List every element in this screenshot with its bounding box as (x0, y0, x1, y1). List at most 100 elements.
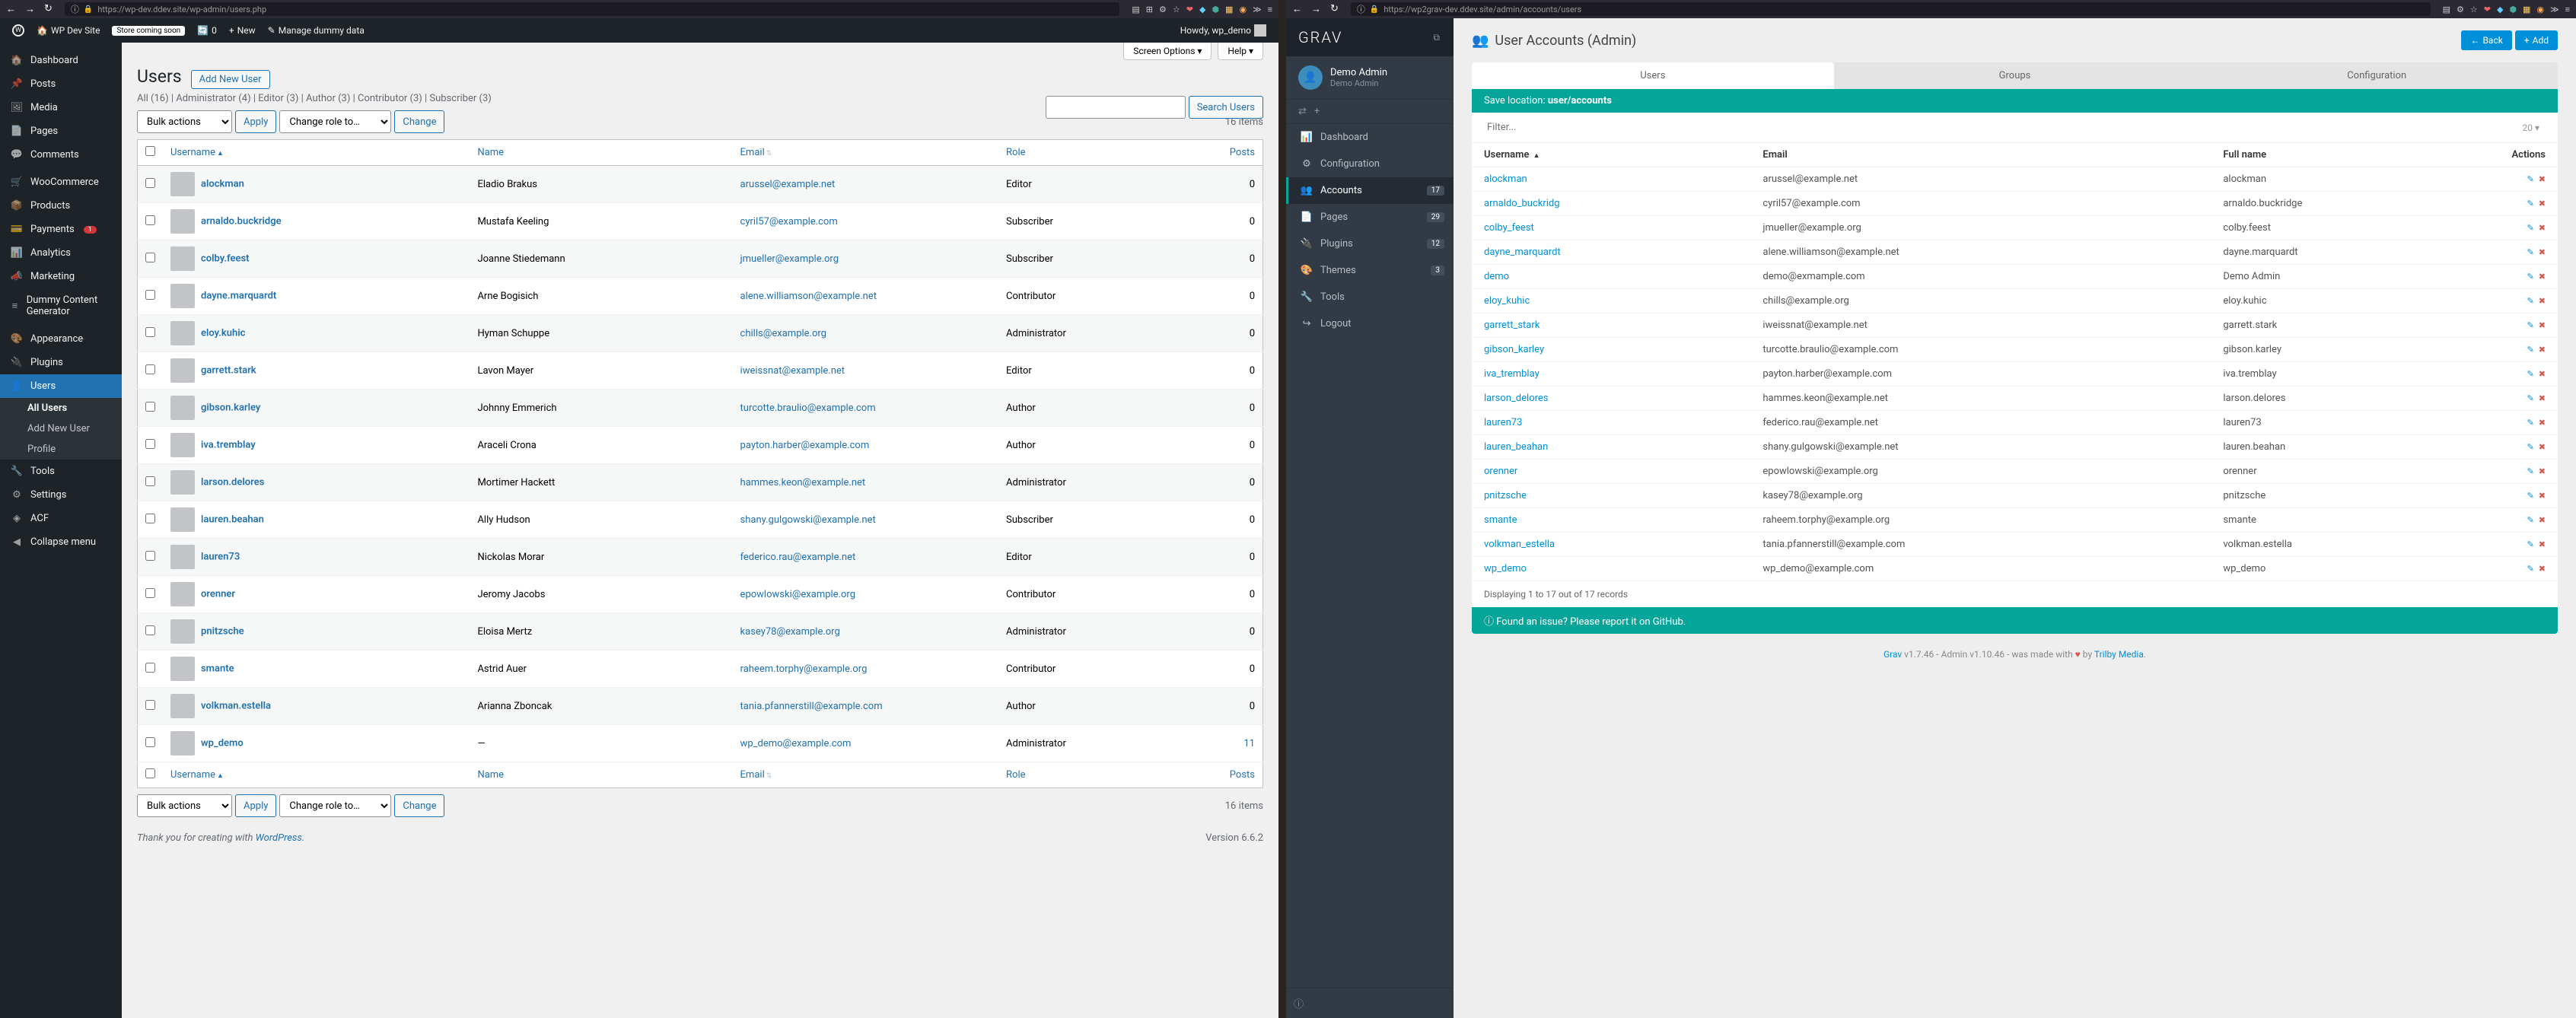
edit-icon[interactable]: ✎ (2527, 418, 2534, 428)
email-link[interactable]: epowlowski@example.org (740, 589, 855, 600)
username-link[interactable]: dayne.marquardt (201, 290, 276, 301)
grav-username-link[interactable]: larson_delores (1484, 393, 1549, 404)
edit-icon[interactable]: ✎ (2527, 564, 2534, 574)
grav-menu-pages[interactable]: 📄Pages29 (1286, 204, 1454, 231)
grav-username-link[interactable]: volkman_estella (1484, 539, 1555, 550)
grav-username-link[interactable]: wp_demo (1484, 563, 1527, 574)
ext-icon[interactable]: ≫ (2550, 5, 2559, 14)
posts-link[interactable]: 11 (1243, 738, 1255, 749)
sidebar-item-tools[interactable]: 🔧Tools (0, 460, 122, 483)
col-posts-bottom[interactable]: Posts (1153, 762, 1263, 788)
grav-username-link[interactable]: pnitzsche (1484, 490, 1527, 501)
row-checkbox[interactable] (145, 178, 155, 188)
ext-icon[interactable]: ❤ (1186, 5, 1193, 14)
url-bar-left[interactable]: ⓘ 🔒 https://wp-dev.ddev.site/wp-admin/us… (65, 2, 1119, 16)
email-link[interactable]: arussel@example.net (740, 179, 836, 190)
edit-icon[interactable]: ✎ (2527, 466, 2534, 476)
email-link[interactable]: shany.gulgowski@example.net (740, 514, 876, 526)
delete-icon[interactable]: ✖ (2539, 564, 2546, 574)
ext-icon[interactable]: ⬢ (2509, 5, 2517, 14)
apply-button[interactable]: Apply (235, 110, 276, 133)
row-checkbox[interactable] (145, 253, 155, 262)
row-checkbox[interactable] (145, 514, 155, 523)
sidebar-item-marketing[interactable]: 📣Marketing (0, 265, 122, 288)
col-posts[interactable]: Posts (1153, 140, 1263, 166)
ext-icon[interactable]: ◆ (2497, 5, 2503, 14)
plus-icon[interactable]: + (1314, 106, 1320, 117)
bookmark-icon[interactable]: ☆ (1173, 5, 1180, 14)
username-link[interactable]: volkman.estella (201, 700, 271, 711)
edit-icon[interactable]: ✎ (2527, 442, 2534, 452)
username-link[interactable]: larson.delores (201, 476, 264, 488)
settings-icon[interactable]: ⚙ (1159, 5, 1167, 14)
sidebar-item-payments[interactable]: 💳Payments1 (0, 218, 122, 241)
col-email-bottom[interactable]: Email⇅ (733, 762, 998, 788)
username-link[interactable]: garrett.stark (201, 364, 256, 376)
edit-icon[interactable]: ✎ (2527, 199, 2534, 208)
bookmark-icon[interactable]: ☆ (2470, 5, 2478, 14)
sidebar-item-woocommerce[interactable]: 🛒WooCommerce (0, 170, 122, 194)
row-checkbox[interactable] (145, 290, 155, 300)
tab-users[interactable]: Users (1472, 62, 1834, 89)
grav-menu-themes[interactable]: 🎨Themes3 (1286, 257, 1454, 284)
sidebar-item-comments[interactable]: 💬Comments (0, 143, 122, 167)
email-link[interactable]: tania.pfannerstill@example.com (740, 701, 883, 712)
edit-icon[interactable]: ✎ (2527, 491, 2534, 501)
ext-icon[interactable]: ▦ (2523, 5, 2530, 14)
hamburger-icon[interactable]: ≡ (2565, 5, 2570, 14)
delete-icon[interactable]: ✖ (2539, 247, 2546, 257)
delete-icon[interactable]: ✖ (2539, 320, 2546, 330)
edit-icon[interactable]: ✎ (2527, 393, 2534, 403)
grav-user-panel[interactable]: 👤 Demo Admin Demo Admin (1286, 56, 1454, 100)
col-name-bottom[interactable]: Name (470, 762, 732, 788)
email-link[interactable]: cyril57@example.com (740, 216, 838, 227)
grav-username-link[interactable]: alockman (1484, 173, 1527, 185)
gcol-fullname[interactable]: Full name (2211, 143, 2497, 167)
sidebar-item-collapse[interactable]: ◀Collapse menu (0, 530, 122, 554)
delete-icon[interactable]: ✖ (2539, 539, 2546, 549)
grav-username-link[interactable]: lauren_beahan (1484, 441, 1548, 453)
email-link[interactable]: chills@example.org (740, 328, 826, 339)
edit-icon[interactable]: ✎ (2527, 369, 2534, 379)
sidebar-item-dashboard[interactable]: 🏠Dashboard (0, 49, 122, 72)
edit-icon[interactable]: ✎ (2527, 515, 2534, 525)
delete-icon[interactable]: ✖ (2539, 199, 2546, 208)
row-checkbox[interactable] (145, 476, 155, 486)
grav-username-link[interactable]: garrett_stark (1484, 320, 1540, 331)
row-checkbox[interactable] (145, 625, 155, 635)
ext-icon[interactable]: ▦ (1225, 5, 1233, 14)
row-checkbox[interactable] (145, 588, 155, 598)
add-button[interactable]: + Add (2515, 30, 2558, 50)
username-link[interactable]: orenner (201, 588, 235, 600)
grav-username-link[interactable]: lauren73 (1484, 417, 1522, 428)
row-checkbox[interactable] (145, 327, 155, 337)
edit-icon[interactable]: ✎ (2527, 174, 2534, 184)
edit-icon[interactable]: ✎ (2527, 272, 2534, 282)
add-new-user-button[interactable]: Add New User (191, 70, 270, 89)
sidebar-item-users[interactable]: 👤Users (0, 374, 122, 398)
back-icon[interactable]: ← (1292, 3, 1302, 15)
site-link[interactable]: 🏠 WP Dev Site (37, 25, 100, 36)
sidebar-item-products[interactable]: 📦Products (0, 194, 122, 218)
username-link[interactable]: smante (201, 663, 234, 674)
sidebar-item-settings[interactable]: ⚙Settings (0, 483, 122, 507)
grav-logo[interactable]: GRAV ⧉ (1286, 18, 1454, 56)
col-name[interactable]: Name (470, 140, 732, 166)
ext-icon[interactable]: ◉ (2536, 5, 2544, 14)
username-link[interactable]: arnaldo.buckridge (201, 215, 282, 227)
grav-username-link[interactable]: dayne_marquardt (1484, 247, 1561, 258)
email-link[interactable]: jmueller@example.org (740, 253, 839, 265)
row-checkbox[interactable] (145, 439, 155, 449)
username-link[interactable]: lauren73 (201, 551, 240, 562)
sidebar-item-acf[interactable]: ◈ACF (0, 507, 122, 530)
wp-logo[interactable]: W (12, 24, 24, 37)
edit-icon[interactable]: ✎ (2527, 539, 2534, 549)
delete-icon[interactable]: ✖ (2539, 442, 2546, 452)
col-role-bottom[interactable]: Role (998, 762, 1153, 788)
email-link[interactable]: raheem.torphy@example.org (740, 663, 868, 675)
submenu-item[interactable]: Profile (0, 439, 122, 460)
grav-menu-plugins[interactable]: 🔌Plugins12 (1286, 231, 1454, 257)
change-role-select[interactable]: Change role to… (279, 110, 391, 133)
sidebar-item-posts[interactable]: 📌Posts (0, 72, 122, 96)
updates-link[interactable]: 🔄 0 (197, 25, 217, 36)
